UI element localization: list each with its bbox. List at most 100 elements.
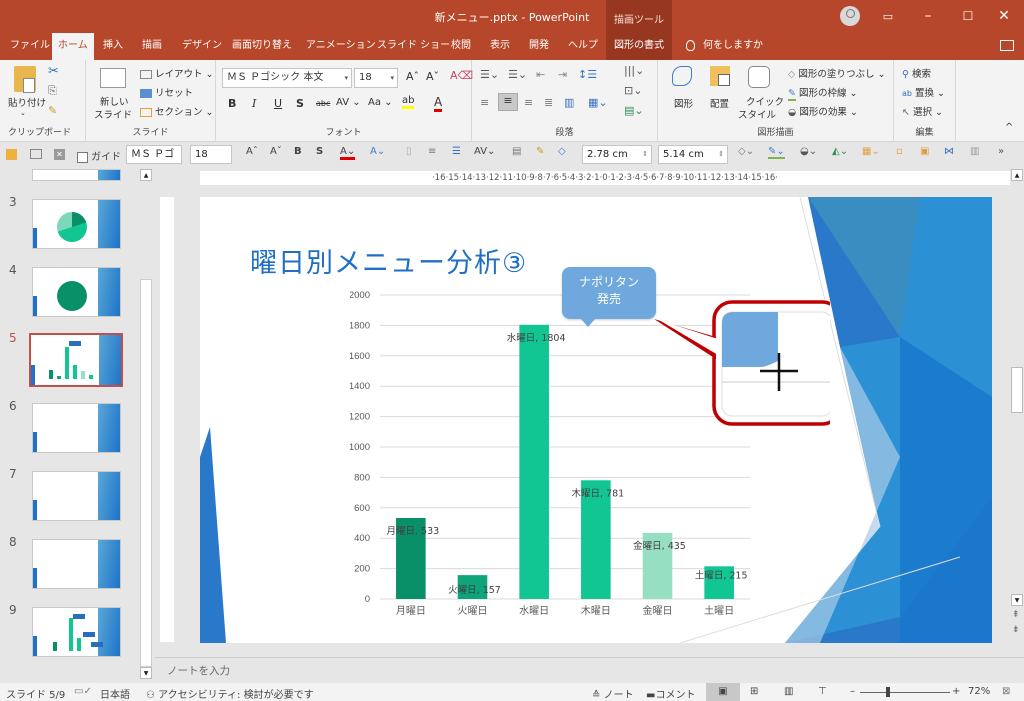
distributed-icon[interactable]: ▥ [564,96,574,109]
slideshow-button[interactable]: ⊤ [818,686,827,697]
font-color-icon[interactable]: A [434,95,443,112]
tab-developer[interactable]: 開発 [523,33,555,60]
mini-fill-icon[interactable]: ◇⌄ [738,146,754,157]
change-case-icon[interactable]: Aa ⌄ [368,97,393,108]
paste-button[interactable]: 貼り付け [8,95,46,109]
slide-canvas[interactable]: 曜日別メニュー分析③ 0 200 400 600 800 1000 1200 1400 1600… [200,197,992,643]
clear-format-icon[interactable]: A⌫ [450,69,473,82]
slide-icon[interactable] [30,149,42,159]
normal-view-button[interactable]: ▣ [706,683,740,701]
shape-width-input[interactable]: 5.14 cm ⇕ [658,145,728,164]
columns-icon[interactable]: ▦⌄ [588,96,608,109]
selection-pane-icon[interactable]: ▥ [970,146,979,157]
shape-fill-button[interactable]: ◇ 図形の塗りつぶし ⌄ [788,66,885,80]
tab-shape-format[interactable]: 図形の書式 [606,33,672,60]
notes-pane[interactable]: ノートを入力 [155,657,1024,683]
slide-scrollbar[interactable]: ▲ ▼ ⇞ ⇟ [1010,167,1024,655]
text-direction-icon[interactable]: |||⌄ [624,64,644,77]
grow-font-icon[interactable]: Aˆ [246,146,258,157]
notes-toggle[interactable]: ≙ ノート [592,686,634,701]
slide-thumbnail-5[interactable] [29,333,123,387]
mini-font-name-combo[interactable]: ＭＳ Ｐゴ [126,145,182,164]
mini-shadow-icon[interactable]: S [316,146,323,157]
new-slide-button[interactable]: 新しい [100,94,129,108]
bar-3[interactable] [519,324,549,599]
shadow-icon[interactable]: S [296,97,304,110]
slide-thumbnail-2[interactable] [32,169,121,181]
tab-slideshow[interactable]: スライド ショー [371,33,456,60]
tab-file[interactable]: ファイル [4,33,56,60]
slide-thumbnail-4[interactable] [32,267,121,317]
section-button[interactable]: セクション ⌄ [140,104,214,118]
scroll-down-button[interactable]: ▼ [1011,594,1023,606]
italic-icon[interactable]: I [252,97,256,110]
scroll-up-button[interactable]: ▲ [1011,169,1023,181]
tab-home[interactable]: ホーム [52,33,94,60]
shape-change-icon[interactable]: ◇ [558,146,566,157]
align-center-icon[interactable]: ≡ [498,93,518,111]
send-backward-icon[interactable]: ▫ [896,146,903,157]
select-button[interactable]: ↖ 選択 ⌄ [902,104,943,118]
scroll-thumb[interactable] [1011,367,1023,413]
replace-button[interactable]: ab 置換 ⌄ [902,85,945,99]
bring-forward-icon[interactable]: ▦⌄ [862,146,880,157]
previous-slide-icon[interactable]: ⇞ [1012,610,1020,620]
tab-animations[interactable]: アニメーション [300,33,382,60]
collapse-ribbon-icon[interactable]: ^ [1005,122,1013,133]
reset-button[interactable]: リセット [140,85,193,99]
slide-title[interactable]: 曜日別メニュー分析③ [250,241,527,280]
tell-me-box[interactable]: 何をしますか [680,33,769,60]
decrease-font-icon[interactable]: Aˇ [426,70,439,83]
quick-style-icon[interactable] [748,66,770,88]
tab-help[interactable]: ヘルプ [562,33,604,60]
decrease-indent-icon[interactable]: ⇤ [536,68,545,81]
paste-icon[interactable] [14,66,36,93]
slide-thumbnail-7[interactable] [32,471,121,521]
tab-insert[interactable]: 挿入 [97,33,129,60]
align-text-icon[interactable]: ⊡⌄ [624,84,642,97]
shape-effects-button[interactable]: ◒ 図形の効果 ⌄ [788,104,858,118]
slide-thumbnail-6[interactable] [32,403,121,453]
zoom-slider-thumb[interactable] [886,687,890,697]
ribbon-display-button[interactable]: ▭ [868,0,908,33]
new-slide-icon[interactable] [100,68,126,88]
quick-style-label[interactable]: スタイル [738,107,776,121]
strikethrough-icon[interactable]: abc [316,99,330,108]
font-name-combo[interactable]: ＭＳ Ｐゴシック 本文 ▾ [222,68,352,88]
thumbnail-scrollbar[interactable]: ▲ ▼ [139,167,153,683]
mini-effects-icon[interactable]: ◒⌄ [800,146,817,157]
layout-button[interactable]: レイアウト ⌄ [140,66,214,80]
tab-draw[interactable]: 描画 [136,33,168,60]
shape-height-input[interactable]: 2.78 cm ⇕ [582,145,652,164]
reading-view-button[interactable]: ▥ [784,686,793,697]
mini-bullets-icon[interactable]: ☰ [452,146,461,157]
accessibility-status[interactable]: ⚇ アクセシビリティ: 検討が必要です [146,686,314,701]
fit-slide-icon[interactable]: ⊠ [1002,686,1010,697]
mini-font-color-icon[interactable]: A⌄ [340,146,356,160]
scroll-thumb[interactable] [140,279,152,667]
mini-outline-icon[interactable]: ✎⌄ [768,146,785,159]
comments-toggle[interactable]: ▬コメント [646,686,695,701]
copy-icon[interactable]: ⎘ [48,84,57,98]
justify-icon[interactable]: ≣ [544,96,553,109]
slide-thumbnail-9[interactable] [32,607,121,657]
more-icon[interactable]: » [998,146,1004,157]
numbering-icon[interactable]: ☰⌄ [508,68,527,81]
folder-icon[interactable] [6,149,17,160]
rotate-icon[interactable]: ◭⌄ [832,146,848,157]
slide-thumbnail-8[interactable] [32,539,121,589]
mini-font-size-combo[interactable]: 18 [190,145,232,164]
comments-icon[interactable] [1000,40,1014,51]
tab-design[interactable]: デザイン [176,33,228,60]
mini-spacing-icon[interactable]: AV⌄ [474,146,495,157]
maximize-button[interactable]: ☐ [948,0,988,33]
smartart-icon[interactable]: ▤⌄ [624,104,644,117]
shapes-button[interactable]: 図形 [674,96,693,110]
line-spacing-icon[interactable]: ↕☰ [578,68,597,81]
close-button[interactable]: ✕ [984,0,1024,33]
quick-style-button[interactable]: クイック [746,94,784,108]
callout-napolitan[interactable]: ナポリタン 発売 [562,267,656,319]
mini-align-icon[interactable]: ≡ [428,146,436,157]
animation-icon[interactable]: ⋈ [944,146,954,157]
new-slide-button-label[interactable]: スライド [94,107,132,121]
